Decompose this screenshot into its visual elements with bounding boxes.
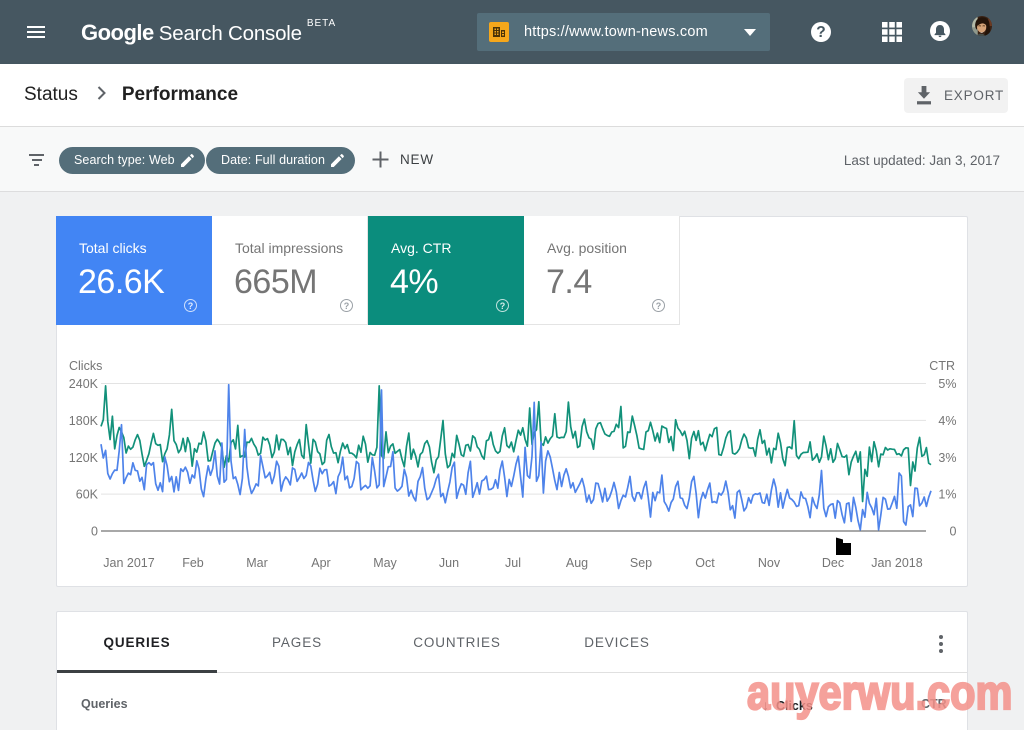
svg-text:60K: 60K	[76, 488, 99, 502]
svg-text:Sep: Sep	[630, 556, 652, 570]
svg-text:0: 0	[91, 525, 98, 539]
svg-text:Apr: Apr	[311, 556, 330, 570]
svg-text:?: ?	[816, 24, 825, 41]
svg-text:Aug: Aug	[566, 556, 588, 570]
svg-text:Clicks: Clicks	[69, 359, 102, 373]
svg-text:3%: 3%	[938, 451, 956, 465]
svg-text:5%: 5%	[938, 377, 956, 391]
svg-text:Jul: Jul	[505, 556, 521, 570]
svg-text:Oct: Oct	[695, 556, 715, 570]
svg-text:1%: 1%	[938, 488, 956, 502]
svg-text:120K: 120K	[69, 451, 99, 465]
svg-text:Dec: Dec	[822, 556, 844, 570]
svg-text:Nov: Nov	[758, 556, 781, 570]
svg-text:Mar: Mar	[246, 556, 268, 570]
svg-text:4%: 4%	[938, 414, 956, 428]
svg-text:Jan 2018: Jan 2018	[871, 556, 922, 570]
svg-text:0: 0	[950, 525, 957, 539]
svg-text:CTR: CTR	[929, 359, 955, 373]
svg-text:May: May	[373, 556, 397, 570]
svg-text:Jan 2017: Jan 2017	[103, 556, 154, 570]
svg-text:240K: 240K	[69, 377, 99, 391]
svg-text:180K: 180K	[69, 414, 99, 428]
svg-text:Jun: Jun	[439, 556, 459, 570]
svg-text:Feb: Feb	[182, 556, 204, 570]
